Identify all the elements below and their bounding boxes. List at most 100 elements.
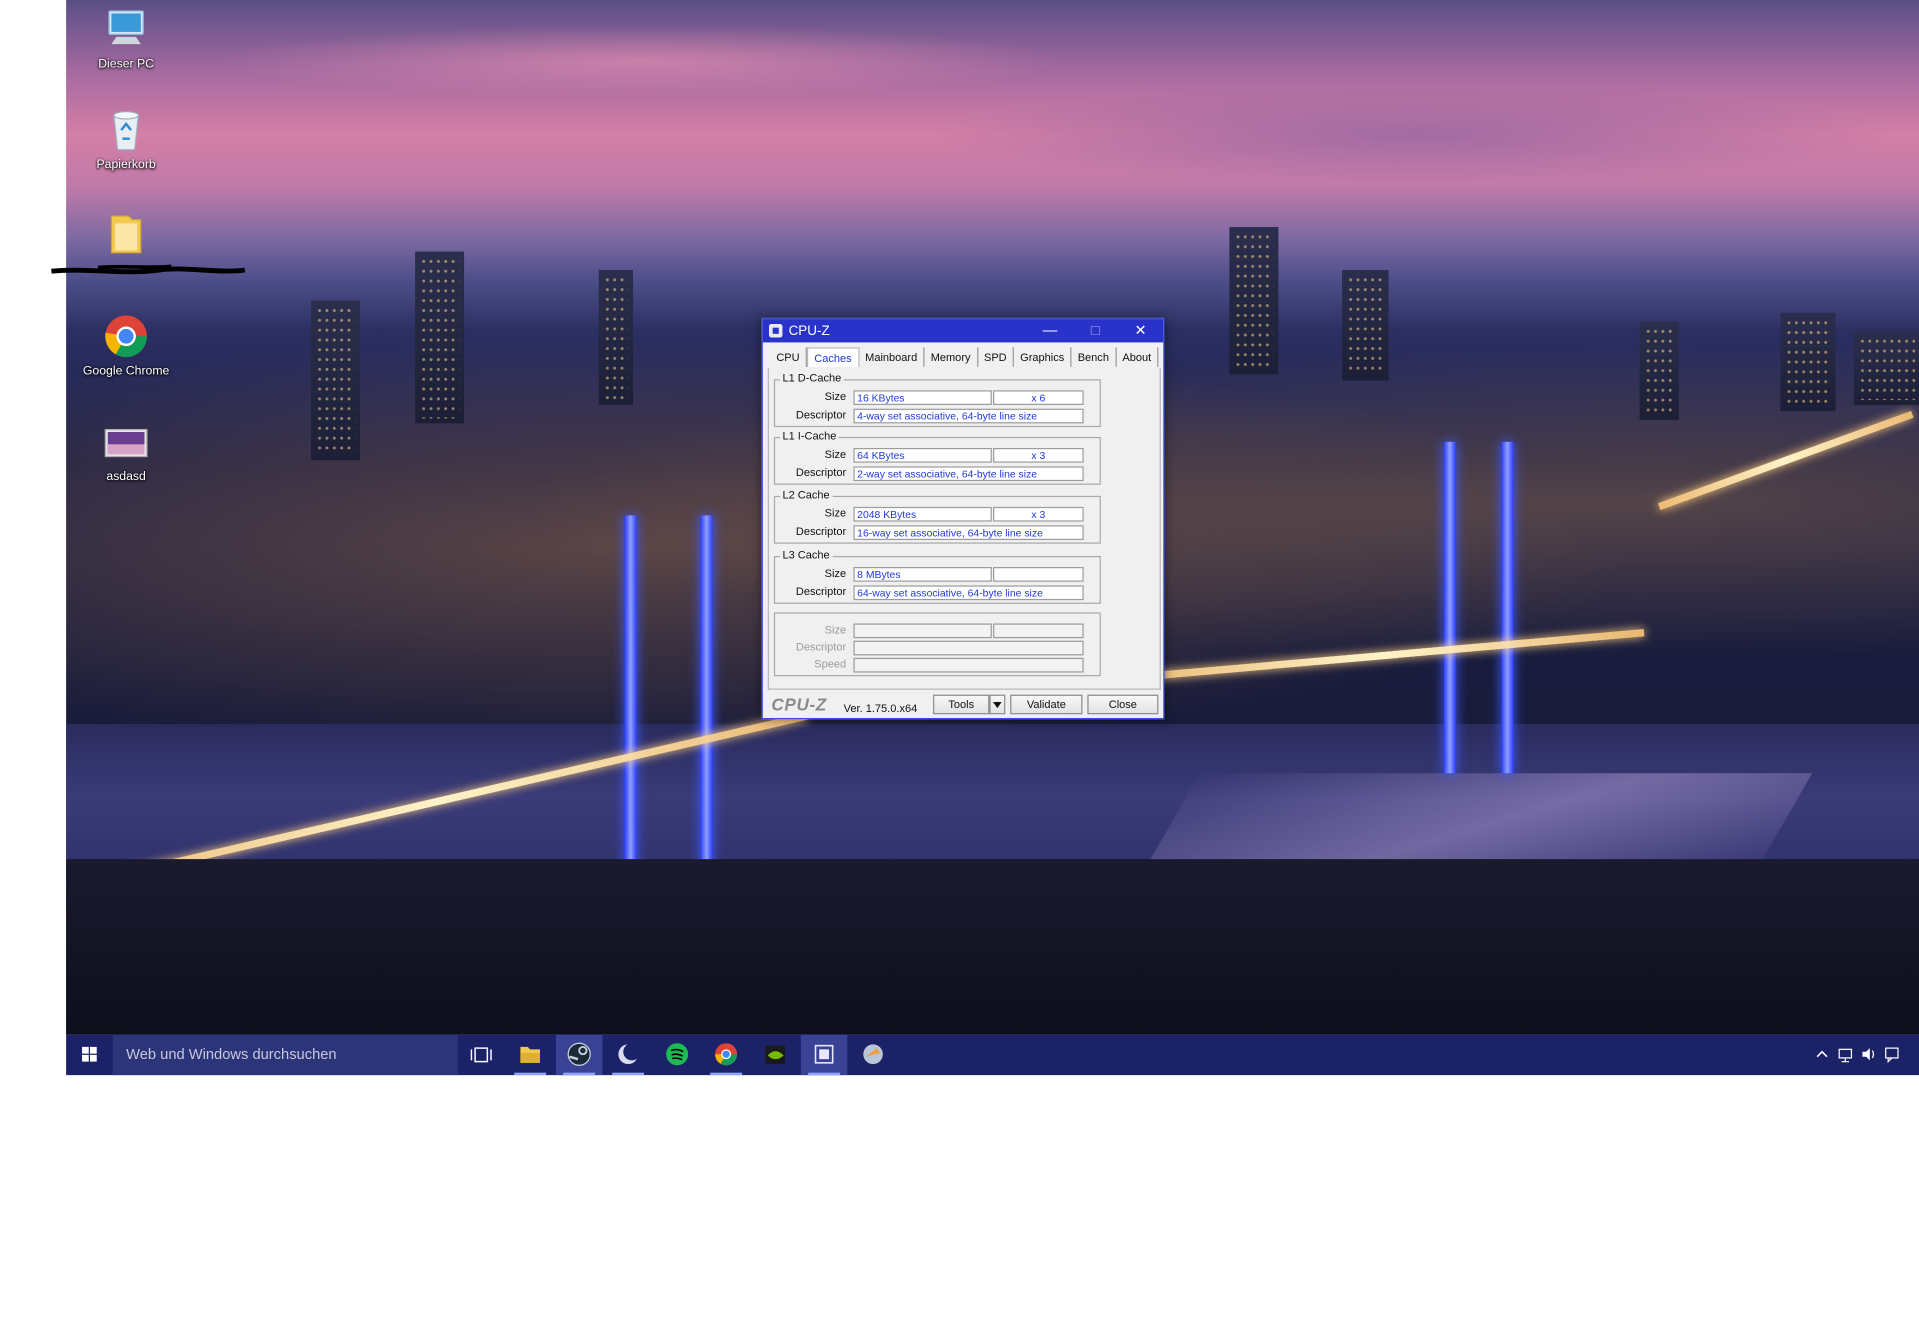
wallpaper-cloud [213,24,1071,99]
l3-size-value: 8 MBytes [853,567,992,582]
tab-caches[interactable]: Caches [806,347,860,367]
volume-button[interactable] [1860,1044,1877,1064]
group-title: L2 Cache [780,488,833,501]
validate-button[interactable]: Validate [1010,694,1083,715]
app-moon-button[interactable] [605,1035,652,1076]
taskbar: Web und Windows durchsuchen [66,1034,1919,1076]
tab-about[interactable]: About [1116,347,1159,367]
tab-graphics[interactable]: Graphics [1014,347,1072,367]
l1i-descriptor-value: 2-way set associative, 64-byte line size [853,466,1084,482]
chrome-icon [102,312,151,361]
tools-button[interactable]: Tools [933,694,990,715]
redaction-scribble [49,260,247,275]
desktop-icon-recycle-bin[interactable]: Papierkorb [78,106,174,172]
desktop-icon-folder[interactable] [78,209,174,262]
close-button[interactable]: Close [1087,694,1159,715]
start-button[interactable] [66,1035,113,1076]
desktop-icon-label: Papierkorb [96,158,156,172]
task-view-icon [470,1047,492,1063]
l3-count-value [993,567,1084,582]
descriptor-label: Descriptor [795,640,847,653]
l1i-count-value: x 3 [993,447,1084,463]
l1i-size-value: 64 KBytes [853,447,992,463]
tab-memory[interactable]: Memory [925,347,978,367]
chevron-down-icon [993,702,1002,709]
running-indicator [710,1072,742,1076]
desktop-icon-this-pc[interactable]: Dieser PC [78,5,174,71]
chevron-up-icon [1816,1050,1828,1058]
wallpaper-cloud [923,85,1903,185]
size-label: Size [824,390,847,403]
search-input[interactable]: Web und Windows durchsuchen [112,1034,458,1076]
tab-cpu[interactable]: CPU [770,347,807,367]
wallpaper-building [1780,312,1836,412]
l2-descriptor-value: 16-way set associative, 64-byte line siz… [853,525,1084,541]
close-window-button[interactable]: ✕ [1118,319,1163,342]
minimize-button[interactable]: — [1027,319,1072,342]
maximize-button[interactable]: □ [1073,319,1118,342]
tab-bench[interactable]: Bench [1072,347,1117,367]
network-icon [1838,1048,1853,1063]
network-button[interactable] [1837,1044,1854,1064]
desktop-icon-label: asdasd [106,470,146,484]
version-label: Ver. 1.75.0.x64 [843,702,918,715]
wallpaper-building [1229,227,1279,375]
steam-button[interactable] [555,1034,603,1076]
task-view-button[interactable] [458,1035,505,1076]
action-center-button[interactable] [1883,1044,1900,1064]
chrome-button[interactable] [703,1035,750,1076]
cpuz-taskbar-icon [814,1044,834,1064]
wallpaper-building [311,300,361,461]
size-label: Size [824,623,847,636]
recycle-bin-icon [102,106,151,155]
tab-spd[interactable]: SPD [978,347,1015,367]
extra-speed-value [853,657,1084,673]
running-indicator [808,1072,840,1076]
l3-descriptor-value: 64-way set associative, 64-byte line siz… [853,585,1084,601]
window-titlebar[interactable]: CPU-Z — □ ✕ [762,319,1164,343]
desktop-icon-shortcut[interactable]: asdasd [78,417,174,484]
extra-count-value [993,623,1084,639]
l1d-size-value: 16 KBytes [853,390,992,406]
nvidia-icon [765,1045,785,1065]
tab-mainboard[interactable]: Mainboard [859,347,925,367]
notification-icon [1885,1047,1899,1064]
chrome-icon [715,1043,738,1066]
l1d-count-value: x 6 [993,390,1084,406]
descriptor-label: Descriptor [795,585,847,598]
steam-icon [567,1042,591,1066]
wallpaper-building [1342,270,1389,381]
l3-cache-group: L3 Cache Size 8 MBytes Descriptor 64-way… [773,548,1101,604]
screen: Dieser PC Papierkorb Google Chrome asdas… [0,0,1919,1324]
descriptor-label: Descriptor [795,525,847,538]
file-explorer-button[interactable] [507,1035,554,1076]
wallpaper-bridge-tower [624,515,637,884]
l1i-cache-group: L1 I-Cache Size 64 KBytes x 3 Descriptor… [773,429,1101,485]
caches-panel: L1 D-Cache Size 16 KBytes x 6 Descriptor… [767,368,1161,690]
tools-dropdown-button[interactable] [989,694,1006,715]
l2-count-value: x 3 [993,506,1084,522]
app-bird-button[interactable] [850,1035,897,1076]
wallpaper-bridge-tower [1501,441,1514,774]
extra-size-value [853,623,992,639]
running-indicator [563,1072,596,1076]
l2-size-value: 2048 KBytes [853,506,992,522]
window-title: CPU-Z [788,323,830,339]
folder-icon [102,209,151,258]
l2-cache-group: L2 Cache Size 2048 KBytes x 3 Descriptor… [773,488,1101,544]
group-title: L1 I-Cache [780,429,839,442]
desktop-icon-chrome[interactable]: Google Chrome [78,312,174,378]
cpuz-brand-logo: CPU-Z [771,694,827,715]
size-label: Size [824,447,847,461]
window-footer: CPU-Z Ver. 1.75.0.x64 Tools Validate Clo… [768,692,1161,717]
wallpaper-building [415,251,465,424]
windows-logo-icon [82,1046,97,1062]
spotify-button[interactable] [654,1035,701,1076]
cpuz-taskbar-button[interactable] [800,1034,848,1076]
descriptor-label: Descriptor [795,466,847,479]
wallpaper-shore [66,859,1919,1035]
show-hidden-icons-button[interactable] [1813,1044,1830,1064]
l1d-cache-group: L1 D-Cache Size 16 KBytes x 6 Descriptor… [773,371,1101,428]
shortcut-image-icon [102,417,151,466]
nvidia-button[interactable] [752,1035,799,1076]
